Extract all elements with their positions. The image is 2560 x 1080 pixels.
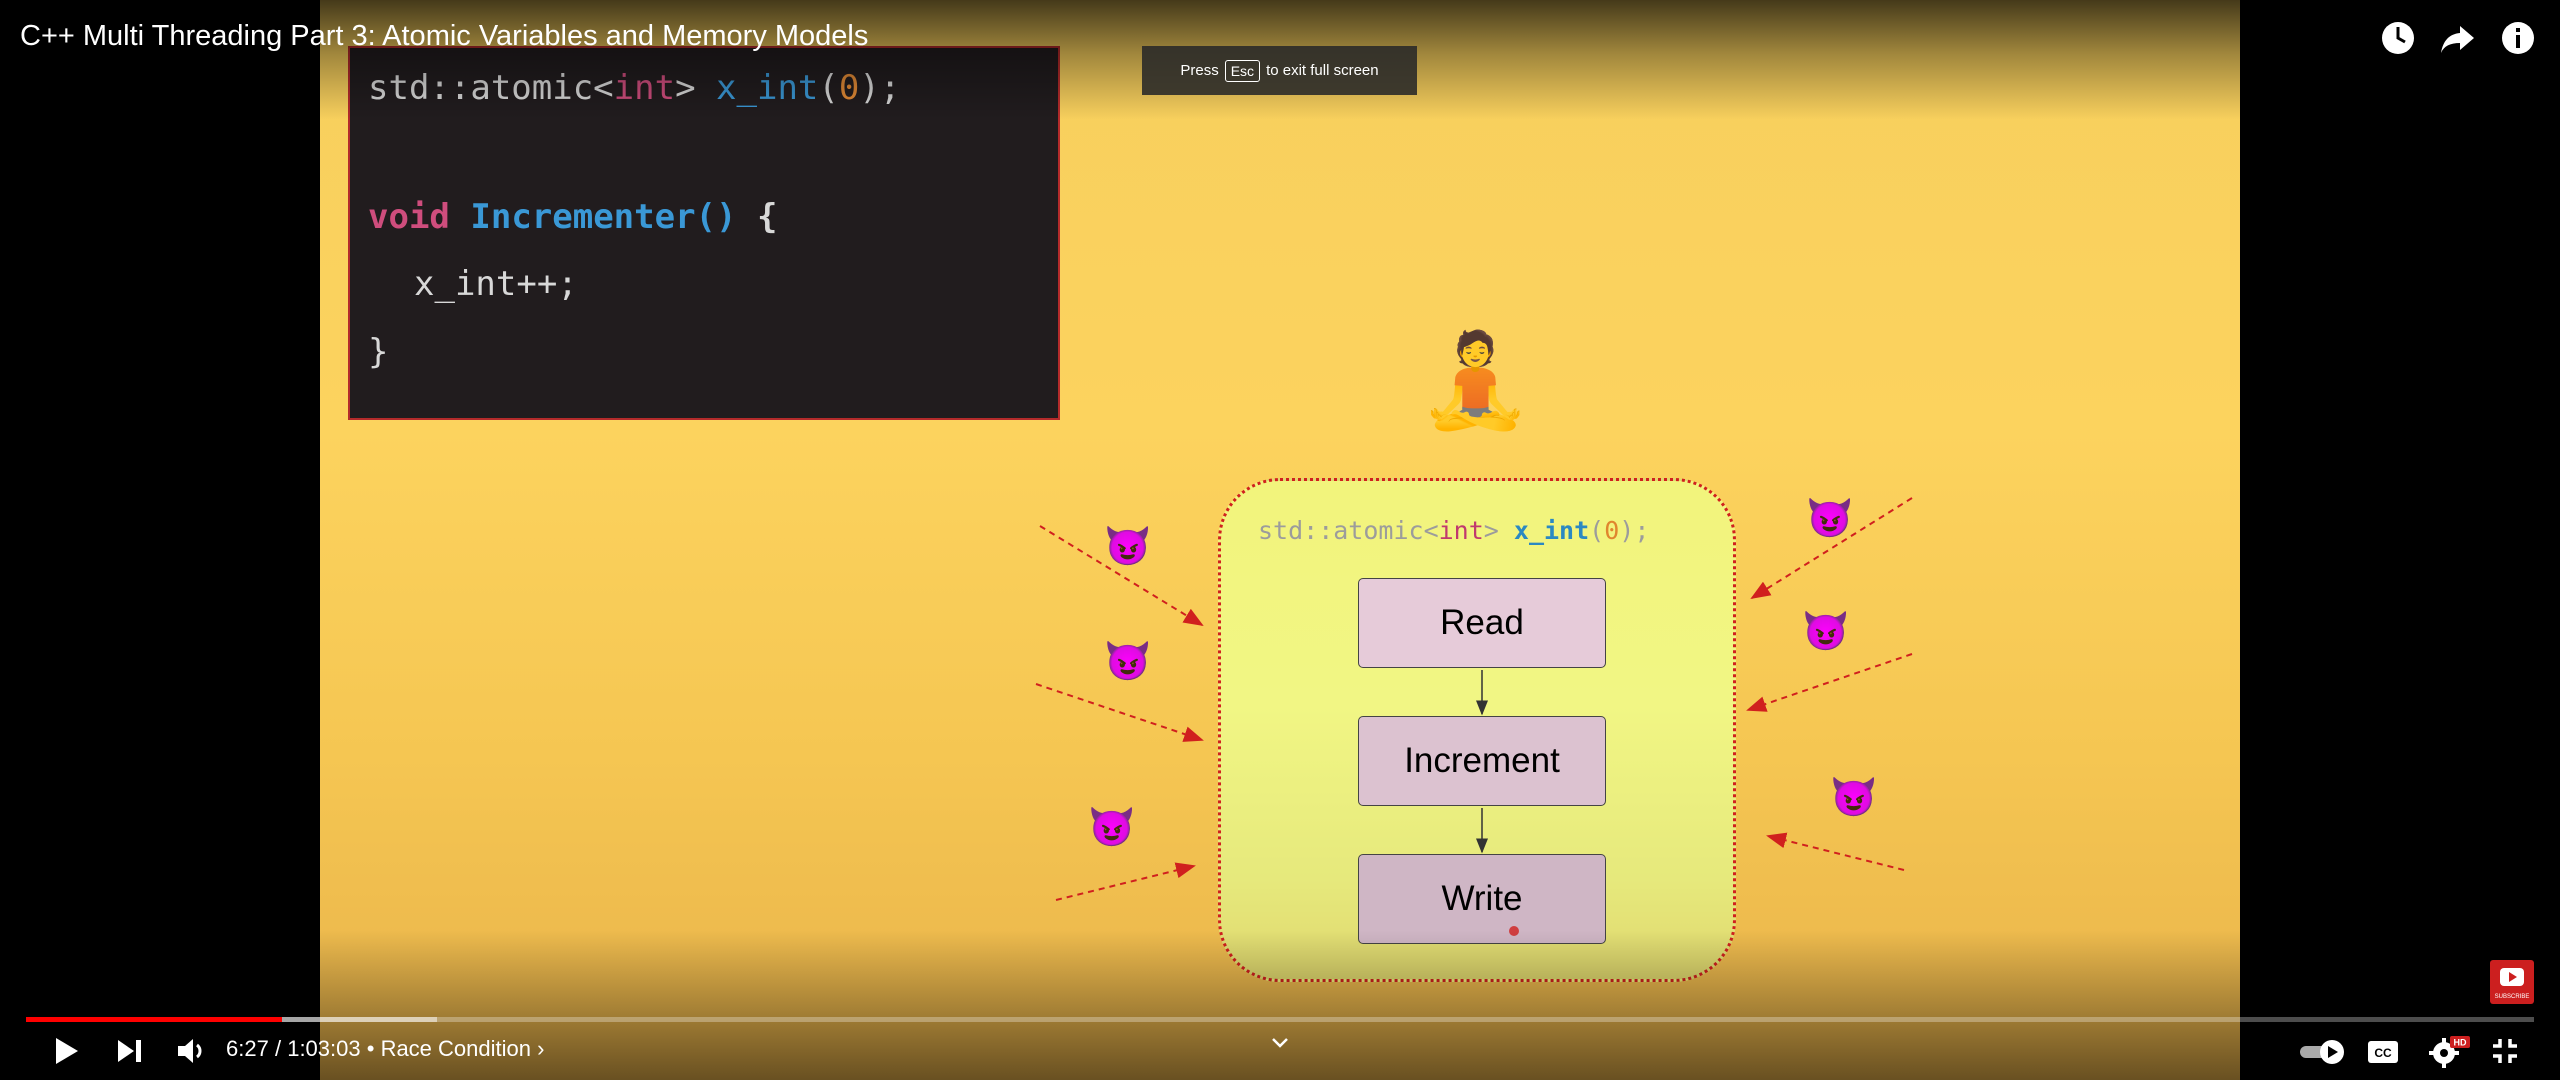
subscribe-label: SUBSCRIBE bbox=[2495, 994, 2530, 1000]
progress-played bbox=[26, 1017, 282, 1022]
chevron-down-button[interactable] bbox=[1270, 1036, 1290, 1055]
settings-icon: HD bbox=[2429, 1036, 2470, 1068]
settings-button[interactable]: HD bbox=[2428, 1034, 2472, 1073]
meditating-person-emoji: 🧘 bbox=[1418, 330, 1533, 432]
volume-button[interactable] bbox=[174, 1034, 208, 1073]
autoplay-toggle-icon bbox=[2300, 1040, 2344, 1064]
chevron-down-icon bbox=[1272, 1038, 1288, 1048]
autoplay-toggle[interactable] bbox=[2298, 1036, 2348, 1071]
progress-bar[interactable] bbox=[26, 1017, 2534, 1022]
time-current: 6:27 bbox=[226, 1036, 269, 1061]
subscribe-watermark[interactable]: SUBSCRIBE bbox=[2490, 960, 2534, 1004]
time-readout: 6:27 / 1:03:03 • Race Condition › bbox=[226, 1036, 544, 1062]
chapter-name: Race Condition bbox=[380, 1036, 531, 1061]
attack-arrow bbox=[1035, 683, 1204, 742]
next-button[interactable] bbox=[114, 1036, 146, 1071]
diagram-arrows bbox=[1035, 497, 1913, 936]
share-icon[interactable] bbox=[2438, 18, 2478, 58]
attack-arrow bbox=[1746, 653, 1913, 712]
exit-fullscreen-toast: Press Esc to exit full screen bbox=[1142, 46, 1417, 95]
captions-button[interactable]: CC bbox=[2366, 1038, 2400, 1071]
time-total: 1:03:03 bbox=[287, 1036, 361, 1061]
youtube-logo-icon: SUBSCRIBE bbox=[2495, 968, 2530, 1000]
volume-icon bbox=[178, 1039, 202, 1063]
svg-text:CC: CC bbox=[2374, 1046, 2392, 1060]
devil-emoji: 😈 bbox=[1104, 526, 1152, 568]
play-button[interactable] bbox=[48, 1034, 82, 1073]
toast-suffix: to exit full screen bbox=[1266, 62, 1379, 79]
exit-fullscreen-icon bbox=[2493, 1039, 2517, 1063]
devil-emoji: 😈 bbox=[1104, 641, 1152, 683]
captions-icon: CC bbox=[2368, 1041, 2398, 1063]
play-icon bbox=[56, 1038, 78, 1064]
next-icon bbox=[118, 1040, 141, 1062]
esc-key-label: Esc bbox=[1224, 59, 1261, 82]
exit-fullscreen-button[interactable] bbox=[2490, 1036, 2520, 1071]
info-icon[interactable] bbox=[2498, 18, 2538, 58]
hd-badge: HD bbox=[2454, 1038, 2467, 1048]
chapter-title[interactable]: Race Condition › bbox=[381, 1036, 545, 1061]
attack-arrow bbox=[1055, 862, 1196, 901]
video-title[interactable]: C++ Multi Threading Part 3: Atomic Varia… bbox=[20, 20, 868, 53]
devil-emoji: 😈 bbox=[1802, 611, 1850, 653]
clock-icon[interactable] bbox=[2378, 18, 2418, 58]
devil-emoji: 😈 bbox=[1830, 777, 1878, 819]
chevron-right-icon: › bbox=[537, 1036, 545, 1061]
attack-arrow bbox=[1766, 832, 1905, 871]
time-separator: / bbox=[274, 1036, 282, 1061]
chapter-separator: • bbox=[366, 1036, 375, 1061]
toast-prefix: Press bbox=[1180, 62, 1219, 79]
devil-emoji: 😈 bbox=[1088, 807, 1136, 849]
devil-emoji: 😈 bbox=[1806, 498, 1854, 540]
